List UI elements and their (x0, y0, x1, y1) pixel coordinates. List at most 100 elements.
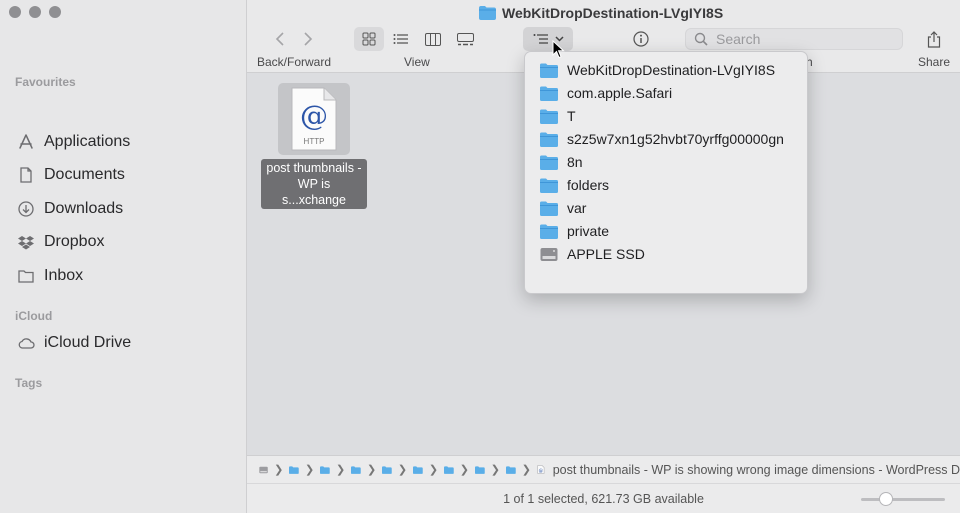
folder-icon (540, 178, 558, 193)
dropbox-icon (17, 233, 35, 251)
sidebar-item-dropbox[interactable]: Dropbox (17, 231, 104, 253)
menu-item-com-apple-safari[interactable]: com.apple.Safari (540, 83, 672, 103)
menu-item-var[interactable]: var (540, 198, 586, 218)
view-label: View (404, 55, 430, 69)
chevron-left-icon (275, 32, 284, 46)
file-item[interactable]: @ HTTP post thumbnails - WP is s...xchan… (257, 83, 371, 209)
menu-item-label: folders (567, 177, 610, 193)
group-list-icon (533, 34, 548, 44)
sidebar-item-downloads[interactable]: Downloads (17, 198, 123, 220)
cloud-icon (17, 334, 35, 352)
chevron-right-icon: ❯ (397, 464, 408, 476)
folder-icon (540, 109, 558, 124)
sidebar-item-label: Documents (44, 166, 125, 183)
document-icon (17, 166, 35, 184)
sidebar-item-icloud-drive[interactable]: iCloud Drive (17, 332, 131, 354)
chevron-right-icon: ❯ (459, 464, 470, 476)
sidebar-item-applications[interactable]: Applications (17, 131, 130, 153)
menu-item-8n[interactable]: 8n (540, 152, 583, 172)
list-icon (393, 34, 408, 44)
close-window-button[interactable] (9, 6, 21, 18)
folder-icon (540, 63, 558, 78)
sidebar-item-label: Inbox (44, 267, 84, 284)
share-label: Share (918, 55, 951, 69)
search-input[interactable] (714, 30, 888, 48)
folder-icon (540, 224, 558, 239)
sidebar-item-label: Applications (44, 133, 131, 150)
status-bar: 1 of 1 selected, 621.73 GB available (247, 483, 960, 513)
file-name[interactable]: post thumbnails - WP is s...xchange (261, 159, 367, 209)
folder-icon[interactable] (444, 464, 454, 476)
list-view-button[interactable] (387, 27, 415, 51)
folder-icon[interactable] (320, 464, 330, 476)
sidebar-item-label: Dropbox (44, 233, 105, 250)
folder-icon[interactable] (475, 464, 485, 476)
menu-item-private[interactable]: private (540, 221, 609, 241)
window-title-text: WebKitDropDestination-LVgIYI8S (502, 5, 724, 21)
search-field[interactable] (685, 28, 903, 50)
tags-section-label: Tags (15, 376, 43, 390)
chevron-right-icon: ❯ (490, 464, 500, 476)
sidebar-item-documents[interactable]: Documents (17, 164, 125, 186)
share-button[interactable] (923, 27, 945, 51)
sidebar-item-label: Downloads (44, 200, 124, 217)
back-button[interactable] (271, 28, 289, 50)
menu-item-t[interactable]: T (540, 106, 576, 126)
folder-icon (479, 6, 496, 20)
folder-icon (17, 267, 35, 285)
minimize-window-button[interactable] (29, 6, 41, 18)
get-info-button[interactable] (630, 27, 652, 51)
grid-icon (362, 32, 376, 46)
path-bar: ❯ ❯ ❯ ❯ ❯ ❯ ❯ ❯ ❯ @ post thumbnails - WP… (247, 455, 960, 483)
menu-item-label: APPLE SSD (567, 246, 645, 262)
slider-knob[interactable] (878, 492, 893, 506)
download-icon (17, 200, 35, 218)
finder-window: Favourites Applications Documents Downlo… (0, 0, 960, 513)
webloc-file-icon: @ (537, 465, 545, 474)
menu-item-webkitdropdestination[interactable]: WebKitDropDestination-LVgIYI8S (540, 60, 775, 80)
folder-icon[interactable] (289, 464, 300, 476)
chevron-right-icon (304, 32, 313, 46)
menu-item-apple-ssd[interactable]: APPLE SSD (540, 244, 645, 264)
zoom-window-button[interactable] (49, 6, 61, 18)
chevron-right-icon: ❯ (366, 464, 377, 476)
menu-item-folders[interactable]: folders (540, 175, 609, 195)
folder-icon[interactable] (382, 464, 392, 476)
icon-size-slider[interactable] (861, 492, 945, 506)
menu-item-label: 8n (567, 154, 583, 170)
folder-icon[interactable] (351, 464, 361, 476)
menu-item-label: private (567, 223, 610, 239)
icon-view-button[interactable] (354, 27, 384, 51)
webloc-file-icon: @ HTTP (291, 87, 337, 151)
disk-icon (540, 247, 558, 261)
file-type-badge: HTTP (304, 137, 325, 146)
folder-icon[interactable] (505, 464, 516, 476)
path-dropdown-menu: WebKitDropDestination-LVgIYI8S com.apple… (524, 51, 808, 294)
disk-icon[interactable] (259, 464, 268, 476)
chevron-right-icon: ❯ (428, 464, 439, 476)
status-text: 1 of 1 selected, 621.73 GB available (503, 492, 704, 506)
group-button[interactable] (523, 27, 573, 51)
sidebar-item-label: iCloud Drive (44, 334, 132, 351)
sidebar-item-inbox[interactable]: Inbox (17, 265, 83, 287)
forward-button[interactable] (299, 28, 317, 50)
share-icon (927, 30, 941, 48)
mouse-cursor-icon (552, 40, 565, 59)
search-icon (694, 32, 708, 46)
back-forward-label: Back/Forward (257, 55, 332, 69)
chevron-right-icon: ❯ (521, 464, 531, 476)
menu-item-user-folder[interactable]: s2z5w7xn1g52hvbt70yrffg00000gn (540, 129, 784, 149)
gallery-icon (456, 32, 474, 45)
menu-item-label: WebKitDropDestination-LVgIYI8S (567, 62, 776, 78)
folder-icon[interactable] (413, 464, 423, 476)
menu-item-label: s2z5w7xn1g52hvbt70yrffg00000gn (567, 131, 784, 147)
column-view-button[interactable] (419, 27, 447, 51)
folder-icon (540, 132, 558, 147)
folder-icon (540, 201, 558, 216)
sidebar: Favourites Applications Documents Downlo… (0, 0, 247, 513)
gallery-view-button[interactable] (451, 27, 479, 51)
info-icon (633, 31, 649, 47)
menu-item-label: var (567, 200, 587, 216)
path-file-name[interactable]: post thumbnails - WP is showing wrong im… (553, 463, 960, 477)
columns-icon (425, 32, 441, 46)
